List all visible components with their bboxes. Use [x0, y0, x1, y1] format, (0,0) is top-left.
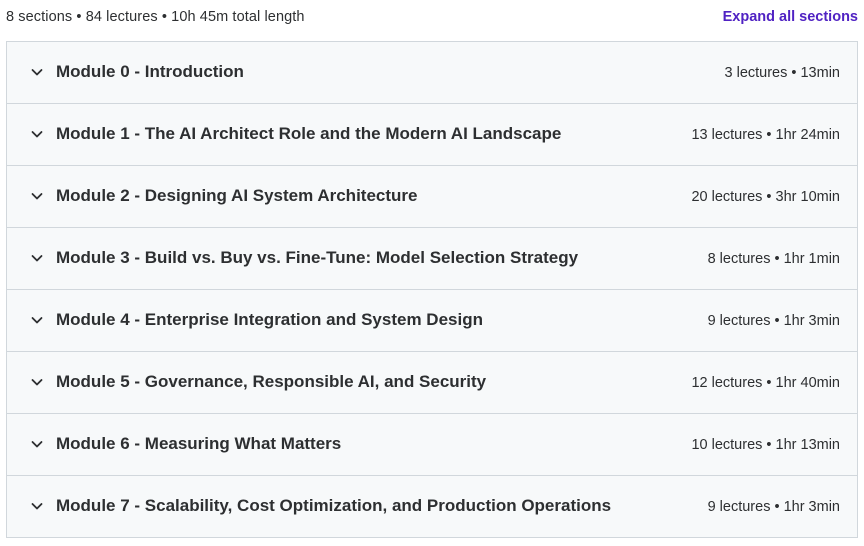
chevron-down-icon [29, 436, 45, 452]
section-meta: 9 lectures • 1hr 3min [707, 313, 840, 329]
section-title: Module 1 - The AI Architect Role and the… [56, 124, 562, 143]
section-header-module-2[interactable]: Module 2 - Designing AI System Architect… [7, 166, 857, 228]
expand-all-sections-button[interactable]: Expand all sections [723, 9, 858, 25]
curriculum-summary: 8 sections • 84 lectures • 10h 45m total… [6, 9, 305, 25]
curriculum-header: 8 sections • 84 lectures • 10h 45m total… [0, 0, 864, 38]
section-title: Module 5 - Governance, Responsible AI, a… [56, 372, 487, 391]
section-title: Module 7 - Scalability, Cost Optimizatio… [56, 496, 612, 515]
section-title: Module 2 - Designing AI System Architect… [56, 186, 418, 205]
section-header-module-7[interactable]: Module 7 - Scalability, Cost Optimizatio… [7, 476, 857, 538]
section-header-module-4[interactable]: Module 4 - Enterprise Integration and Sy… [7, 290, 857, 352]
chevron-down-icon [29, 188, 45, 204]
section-title: Module 3 - Build vs. Buy vs. Fine-Tune: … [56, 248, 579, 267]
chevron-down-icon [29, 250, 45, 266]
curriculum-sections: Module 0 - Introduction 3 lectures • 13m… [6, 41, 858, 538]
section-meta: 3 lectures • 13min [724, 65, 841, 81]
chevron-down-icon [29, 498, 45, 514]
chevron-down-icon [29, 126, 45, 142]
section-title: Module 0 - Introduction [56, 62, 244, 81]
section-header-module-1[interactable]: Module 1 - The AI Architect Role and the… [7, 104, 857, 166]
section-meta: 12 lectures • 1hr 40min [691, 375, 840, 391]
section-meta: 8 lectures • 1hr 1min [707, 251, 840, 267]
chevron-down-icon [29, 64, 45, 80]
section-title: Module 4 - Enterprise Integration and Sy… [56, 310, 483, 329]
section-header-module-5[interactable]: Module 5 - Governance, Responsible AI, a… [7, 352, 857, 414]
section-meta: 10 lectures • 1hr 13min [691, 437, 840, 453]
section-meta: 13 lectures • 1hr 24min [691, 127, 840, 143]
chevron-down-icon [29, 374, 45, 390]
chevron-down-icon [29, 312, 45, 328]
section-meta: 9 lectures • 1hr 3min [707, 499, 840, 515]
section-title: Module 6 - Measuring What Matters [56, 434, 342, 453]
section-header-module-3[interactable]: Module 3 - Build vs. Buy vs. Fine-Tune: … [7, 228, 857, 290]
section-header-module-6[interactable]: Module 6 - Measuring What Matters 10 lec… [7, 414, 857, 476]
section-header-module-0[interactable]: Module 0 - Introduction 3 lectures • 13m… [7, 42, 857, 104]
section-meta: 20 lectures • 3hr 10min [691, 189, 840, 205]
